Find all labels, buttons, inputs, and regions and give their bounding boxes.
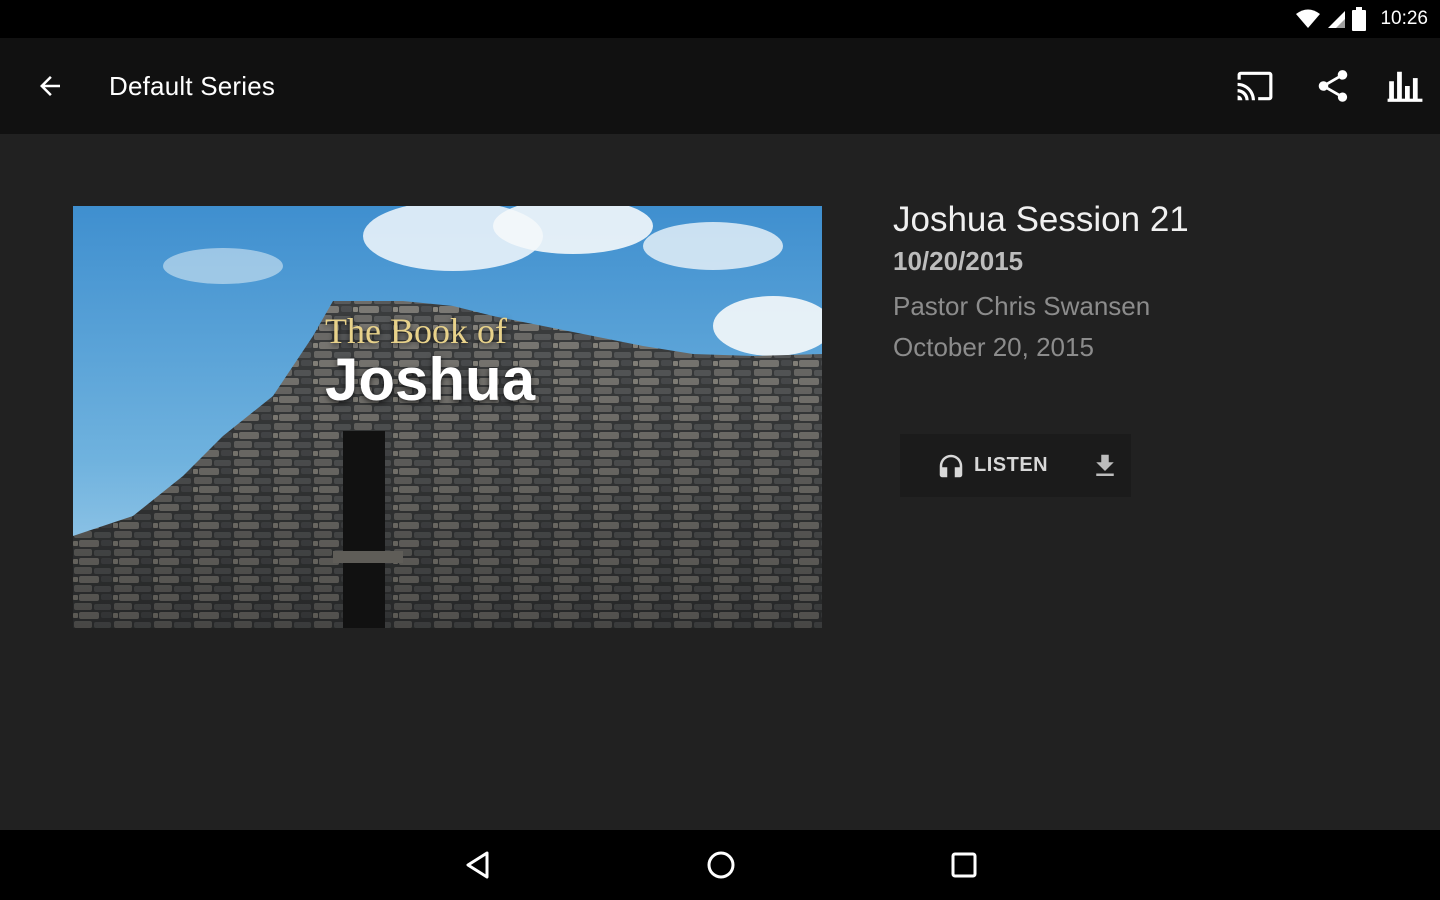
nav-home-icon xyxy=(707,851,735,879)
sermon-info: Joshua Session 21 10/20/2015 Pastor Chri… xyxy=(893,200,1189,363)
nav-back-button[interactable] xyxy=(454,841,502,889)
cast-button[interactable] xyxy=(1231,62,1279,110)
sermon-title: Joshua Session 21 xyxy=(893,200,1189,239)
sermon-long-date: October 20, 2015 xyxy=(893,332,1094,362)
status-time: 10:26 xyxy=(1380,8,1428,29)
download-icon xyxy=(1095,454,1114,476)
listen-button[interactable]: LISTEN xyxy=(900,434,1074,497)
stats-button[interactable] xyxy=(1381,62,1429,110)
cell-signal-icon xyxy=(1328,11,1346,28)
cast-icon xyxy=(1237,71,1273,101)
app-title: Default Series xyxy=(109,71,276,101)
sermon-date: 10/20/2015 xyxy=(893,246,1024,276)
nav-recents-icon xyxy=(951,852,977,878)
system-nav-bar xyxy=(0,830,1440,900)
app-bar: Default Series xyxy=(0,38,1440,134)
arrow-back-icon xyxy=(40,76,60,96)
share-button[interactable] xyxy=(1309,62,1357,110)
sermon-artwork: The Book of Joshua xyxy=(73,206,822,628)
nav-back-icon xyxy=(466,851,489,879)
status-bar: 10:26 xyxy=(0,0,1440,38)
back-button[interactable] xyxy=(26,62,74,110)
artwork-title: The Book of Joshua xyxy=(325,310,535,410)
bar-chart-icon xyxy=(1387,71,1423,102)
artwork-image xyxy=(73,206,822,628)
download-button[interactable] xyxy=(1078,434,1131,497)
sermon-detail: The Book of Joshua Joshua Session 21 10/… xyxy=(0,134,1440,830)
listen-label: LISTEN xyxy=(974,454,1049,476)
artwork-title-line2: Joshua xyxy=(325,346,536,413)
nav-home-button[interactable] xyxy=(697,841,745,889)
headphones-icon xyxy=(939,454,963,477)
wifi-icon xyxy=(1296,9,1321,28)
sermon-speaker: Pastor Chris Swansen xyxy=(893,291,1151,321)
share-icon xyxy=(1318,70,1348,102)
status-icons: 10:26 xyxy=(1296,0,1428,38)
media-actions: LISTEN xyxy=(900,434,1131,497)
nav-recents-button[interactable] xyxy=(940,841,988,889)
battery-icon xyxy=(1352,7,1367,31)
